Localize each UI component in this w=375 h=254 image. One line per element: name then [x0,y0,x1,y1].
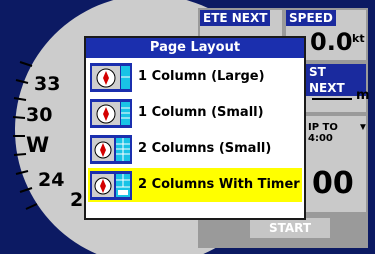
start-button[interactable]: START [250,218,330,238]
option-label: 2 Columns (Small) [138,141,272,156]
dialog-title: Page Layout [86,38,304,58]
option-label: 2 Columns With Timer [138,177,300,192]
device-screen: 33 30 W 24 2 ETE NEXT SPEED 0.0 kt ST NE… [0,0,375,254]
speed-value: 0.0 [310,28,353,56]
ete-next-label: ETE NEXT [200,10,271,26]
speed-label: SPEED [286,10,336,26]
page-layout-dialog: Page Layout 1 Column (Large) 1 Column (S… [84,36,306,220]
layout-option-2-columns-small[interactable]: 2 Columns (Small) [88,132,302,166]
option-label: 1 Column (Large) [138,69,265,84]
distance-next-field: ST NEXT m [306,64,370,112]
layout-option-1-column-small[interactable]: 1 Column (Small) [88,96,302,130]
distance-dash [312,98,352,100]
layout-2-columns-timer-icon [90,171,132,200]
trip-dropdown-icon: ▼ [358,122,368,133]
layout-1-column-small-icon [90,99,132,128]
compass-label-24: 24 [38,169,64,191]
layout-1-column-large-icon [90,63,132,92]
compass-label-30: 30 [26,104,52,126]
compass-label-w: W [26,133,49,157]
layout-2-columns-small-icon [90,135,132,164]
speed-unit: kt [352,32,365,45]
option-label: 1 Column (Small) [138,105,264,120]
timer-value: 00 [312,166,354,201]
distance-unit: m [356,88,370,103]
layout-option-2-columns-with-timer[interactable]: 2 Columns With Timer [88,168,302,202]
trip-timer-field: IP TO 4:00 ▼ 00 [306,116,368,212]
compass-label-21-partial: 2 [70,189,83,211]
layout-option-1-column-large[interactable]: 1 Column (Large) [88,60,302,94]
compass-label-33: 33 [34,73,60,95]
